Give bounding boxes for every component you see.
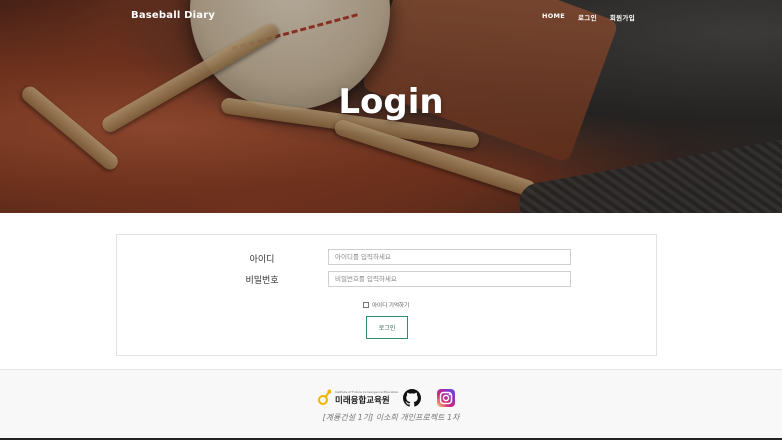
brand-logo[interactable]: Baseball Diary xyxy=(131,10,215,21)
instagram-icon[interactable] xyxy=(437,389,455,407)
hero-banner: Baseball Diary HOME 로그인 회원가입 Login xyxy=(0,0,782,213)
institute-logo-text: Institute of Future Convergence Educatio… xyxy=(335,390,398,406)
remember-id[interactable]: 아이디 기억하기 xyxy=(363,301,409,309)
remember-checkbox[interactable] xyxy=(363,302,369,308)
page-title: Login xyxy=(338,82,444,122)
nav-signup[interactable]: 회원가입 xyxy=(610,12,635,22)
id-label: 아이디 xyxy=(249,255,275,265)
remember-label: 아이디 기억하기 xyxy=(372,303,410,309)
login-button[interactable]: 로그인 xyxy=(366,316,408,339)
institute-logo[interactable]: Institute of Future Convergence Educatio… xyxy=(318,389,398,407)
nav-login[interactable]: 로그인 xyxy=(578,12,597,22)
github-icon[interactable] xyxy=(403,389,421,407)
footer-note: [계룡건설 1기] 이소희 개인프로젝트 1차 xyxy=(322,413,460,422)
nav-home[interactable]: HOME xyxy=(542,12,565,22)
institute-name: 미래융합교육원 xyxy=(335,396,390,406)
footer: Institute of Future Convergence Educatio… xyxy=(0,369,782,440)
institute-logo-icon xyxy=(318,389,331,405)
id-input[interactable]: 아이디를 입력하세요 xyxy=(328,249,571,265)
top-nav: HOME 로그인 회원가입 xyxy=(542,12,635,22)
password-label: 비밀번호 xyxy=(245,276,279,286)
password-input[interactable]: 비밀번호를 입력하세요 xyxy=(328,271,571,287)
login-form-card: 아이디 아이디를 입력하세요 비밀번호 비밀번호를 입력하세요 아이디 기억하기… xyxy=(116,234,657,356)
